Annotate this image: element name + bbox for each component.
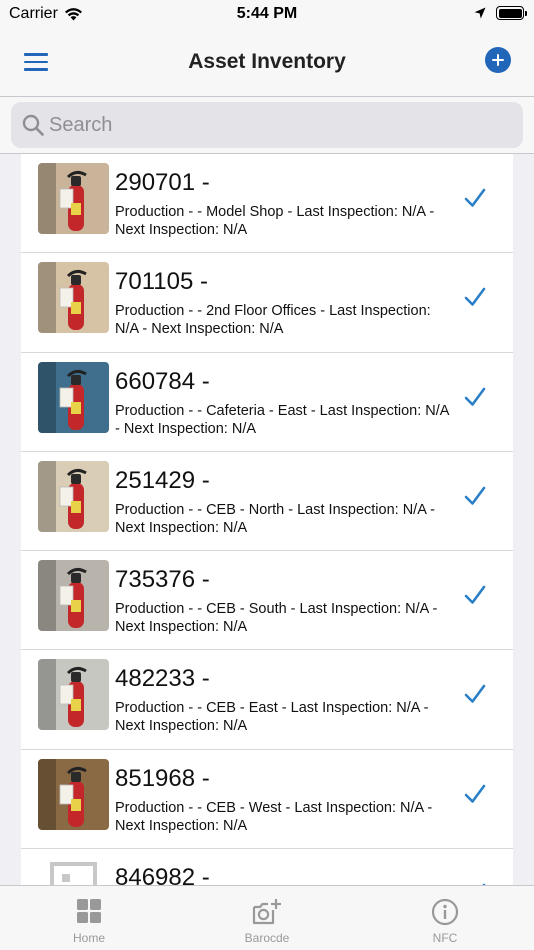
checkmark-icon — [464, 486, 486, 505]
asset-row[interactable]: 290701 - Production - - Model Shop - Last… — [21, 154, 513, 254]
tab-nfc-label: NFC — [432, 931, 458, 945]
search-box[interactable] — [11, 102, 523, 148]
asset-details: Production - - CEB - North - Last Inspec… — [115, 501, 435, 536]
info-icon — [431, 898, 459, 926]
asset-id: 482233 - — [115, 665, 210, 693]
asset-details: Production - - Model Shop - Last Inspect… — [115, 204, 435, 238]
asset-details: Production - - CEB - South - Last Inspec… — [115, 601, 438, 636]
search-area — [0, 97, 534, 154]
tab-home-label: Home — [72, 931, 105, 945]
checkmark-icon — [464, 685, 486, 704]
asset-photo — [38, 262, 109, 334]
checkmark-icon — [464, 784, 486, 803]
asset-photo — [38, 361, 109, 433]
checkmark-icon — [464, 287, 486, 307]
asset-row[interactable]: 482233 - Production - - CEB - East - Last… — [21, 650, 513, 750]
tab-barcode[interactable]: Barocde — [178, 886, 356, 950]
grid-icon — [77, 899, 101, 923]
asset-row[interactable]: 701105 - Production - - 2nd Floor Offices… — [21, 253, 513, 353]
checkmark-icon — [464, 188, 486, 207]
asset-id: 290701 - — [115, 169, 210, 196]
asset-details: Production - - Cafeteria - East - Last I… — [115, 402, 449, 437]
status-time: 5:44 PM — [236, 5, 298, 22]
asset-list[interactable]: 290701 - Production - - Model Shop - Last… — [21, 154, 513, 885]
asset-id: 846982 - — [115, 864, 210, 885]
asset-row[interactable]: 735376 - Production - - CEB - South - Las… — [21, 551, 513, 651]
asset-row[interactable]: 846982 - — [21, 849, 513, 885]
camera-add-icon — [252, 899, 281, 925]
asset-id: 851968 - — [115, 764, 210, 792]
asset-id: 251429 - — [115, 466, 210, 494]
tab-bar: Home Barocde NFC — [0, 885, 534, 950]
asset-id: 701105 - — [115, 268, 208, 296]
asset-photo — [38, 163, 109, 234]
page-title: Asset Inventory — [188, 50, 346, 73]
search-icon — [22, 114, 44, 136]
search-input[interactable] — [49, 102, 509, 148]
checkmark-icon — [464, 387, 486, 406]
location-arrow-icon — [474, 7, 486, 19]
navigation-bar: Asset Inventory — [0, 30, 534, 97]
asset-id: 735376 - — [115, 566, 210, 594]
asset-details: Production - - CEB - West - Last Inspect… — [115, 799, 433, 834]
asset-row[interactable]: 851968 - Production - - CEB - West - Last… — [21, 749, 513, 850]
asset-photo — [38, 460, 109, 532]
asset-photo — [38, 560, 109, 632]
asset-row[interactable]: 660784 - Production - - Cafeteria - East … — [21, 352, 513, 452]
tab-barcode-label: Barocde — [244, 931, 290, 945]
status-right — [474, 6, 527, 20]
placeholder-image-icon — [38, 858, 109, 885]
tab-nfc[interactable]: NFC — [356, 886, 534, 950]
status-bar: Carrier 5:44 PM — [0, 0, 534, 30]
asset-id: 660784 - — [115, 367, 210, 395]
checkmark-icon — [464, 585, 486, 604]
battery-icon — [496, 6, 527, 20]
asset-details: Production - - 2nd Floor Offices - Last … — [115, 303, 431, 338]
asset-details: Production - - CEB - East - Last Inspect… — [115, 700, 429, 735]
tab-home[interactable]: Home — [0, 886, 178, 950]
asset-photo — [38, 659, 109, 731]
asset-photo — [38, 758, 109, 830]
asset-row[interactable]: 251429 - Production - - CEB - North - Las… — [21, 451, 513, 552]
add-asset-button[interactable] — [485, 47, 511, 73]
